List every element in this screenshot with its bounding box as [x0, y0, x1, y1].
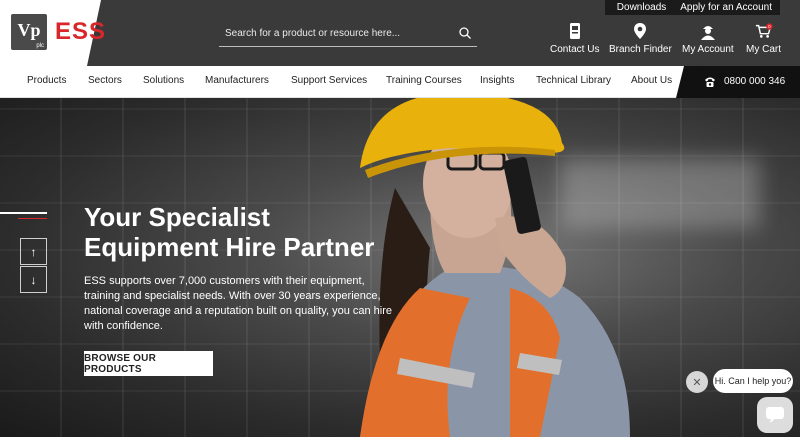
- nav-item-about-us[interactable]: About Us: [631, 75, 672, 86]
- chat-launcher-button[interactable]: [757, 397, 793, 433]
- hero-worker-image: [360, 98, 630, 437]
- utility-links: Downloads Apply for an Account: [604, 0, 780, 15]
- arrow-up-icon: ↑: [30, 244, 37, 259]
- my-account-label: My Account: [682, 44, 734, 55]
- nav-item-technical-library[interactable]: Technical Library: [536, 75, 611, 86]
- my-account-button[interactable]: My Account: [682, 22, 734, 55]
- nav-item-sectors[interactable]: Sectors: [88, 75, 122, 86]
- user-icon: [700, 26, 715, 40]
- my-cart-label: My Cart: [746, 44, 781, 55]
- hero-description: ESS supports over 7,000 customers with t…: [84, 275, 393, 332]
- vp-logo[interactable]: Vp plc: [11, 14, 47, 50]
- main-nav: Products Sectors Solutions Manufacturers…: [0, 66, 800, 98]
- vp-logo-text: Vp: [17, 20, 41, 40]
- browse-products-button[interactable]: BROWSE OUR PRODUCTS: [84, 351, 213, 376]
- nav-item-support-services[interactable]: Support Services: [291, 75, 367, 86]
- phone-number-link[interactable]: 0800 000 346: [688, 66, 800, 98]
- nav-item-solutions[interactable]: Solutions: [143, 75, 184, 86]
- contact-us-button[interactable]: Contact Us: [550, 22, 599, 55]
- contact-us-label: Contact Us: [550, 44, 600, 55]
- chat-close-button[interactable]: ✕: [686, 371, 708, 393]
- chat-greeting-bubble[interactable]: Hi. Can I help you?: [713, 369, 793, 393]
- slider-indicator-active: [18, 218, 47, 219]
- search-input[interactable]: [219, 23, 447, 44]
- chat-icon: [766, 407, 784, 423]
- my-cart-button[interactable]: 0 My Cart: [746, 22, 781, 55]
- search-icon[interactable]: [459, 27, 471, 39]
- slider-up-button[interactable]: ↑: [20, 238, 47, 265]
- cart-icon: 0: [755, 23, 773, 38]
- hero-title: Your Specialist Equipment Hire Partner: [84, 202, 375, 262]
- downloads-link[interactable]: Downloads: [617, 2, 666, 13]
- close-icon: ✕: [692, 376, 702, 389]
- search-bar: [219, 23, 477, 47]
- telephone-icon: [705, 77, 715, 87]
- slider-down-button[interactable]: ↓: [20, 266, 47, 293]
- nav-item-products[interactable]: Products: [27, 75, 66, 86]
- ess-logo[interactable]: ESS: [55, 18, 106, 46]
- location-pin-icon: [634, 23, 647, 39]
- branch-finder-button[interactable]: Branch Finder: [609, 22, 672, 55]
- vp-logo-sub: plc: [36, 43, 44, 49]
- phone-number: 0800 000 346: [724, 76, 786, 87]
- site-header: Vp plc ESS Downloads Apply for an Accoun…: [0, 0, 800, 66]
- phone-icon: [569, 23, 580, 39]
- hero-banner: ↑ ↓ Your Specialist Equipment Hire Partn…: [0, 98, 800, 437]
- nav-item-training-courses[interactable]: Training Courses: [386, 75, 462, 86]
- nav-item-insights[interactable]: Insights: [480, 75, 514, 86]
- arrow-down-icon: ↓: [30, 272, 37, 287]
- branch-finder-label: Branch Finder: [609, 44, 672, 55]
- slider-indicator: [0, 212, 47, 214]
- apply-account-link[interactable]: Apply for an Account: [680, 2, 772, 13]
- nav-item-manufacturers[interactable]: Manufacturers: [205, 75, 269, 86]
